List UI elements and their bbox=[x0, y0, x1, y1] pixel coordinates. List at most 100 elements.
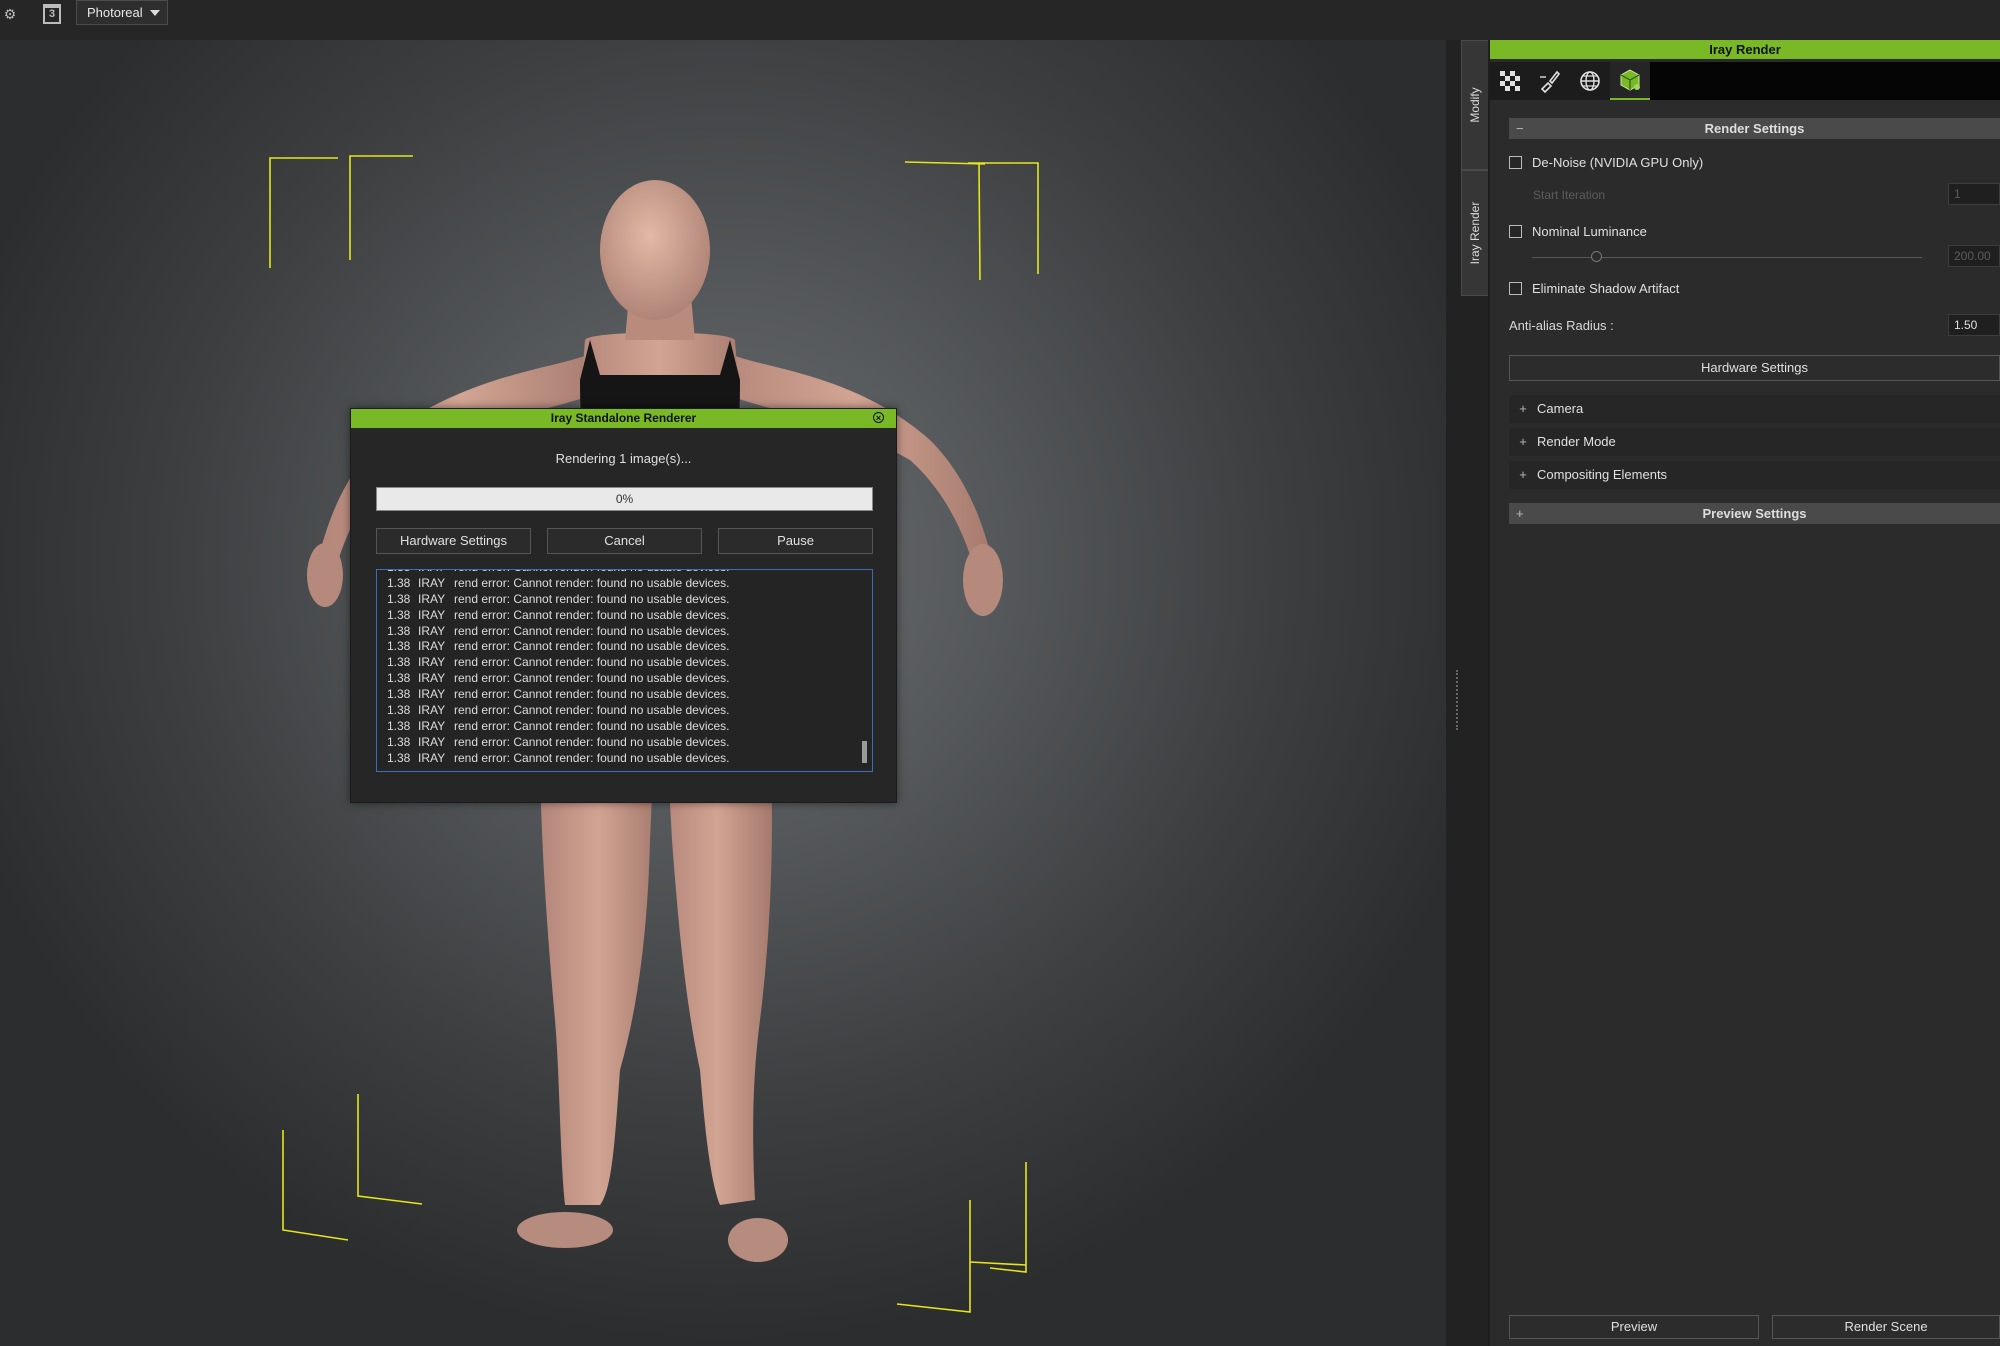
cancel-button[interactable]: Cancel bbox=[547, 528, 702, 554]
log-line: 1.38 IRAY rend error: Cannot render: found… bbox=[387, 624, 730, 640]
tab-iray-render[interactable]: Iray Render bbox=[1461, 170, 1489, 296]
log-source: IRAY bbox=[418, 575, 446, 590]
eliminate-shadow-checkbox[interactable] bbox=[1509, 281, 1522, 295]
log-line: 1.38IRAYrend error: Cannot render: found… bbox=[387, 570, 730, 576]
preview-button[interactable]: Preview bbox=[1509, 1315, 1759, 1339]
log-message: rend error: Cannot render: found no usab… bbox=[454, 655, 730, 670]
pause-button[interactable]: Pause bbox=[718, 528, 873, 554]
log-source: IRAY bbox=[418, 671, 446, 686]
log-line: 1.38 IRAY rend error: Cannot render: found… bbox=[387, 687, 730, 703]
nominal-luminance-field: 200.00 bbox=[1948, 245, 2000, 267]
render-mode-value: Photoreal bbox=[87, 5, 143, 20]
log-message: rend error: Cannot render: found no usab… bbox=[454, 734, 730, 749]
nominal-luminance-row[interactable]: Nominal Luminance bbox=[1509, 221, 1647, 241]
log-message: rend error: Cannot render: found no usab… bbox=[454, 607, 730, 622]
eliminate-shadow-row[interactable]: Eliminate Shadow Artifact bbox=[1509, 278, 1679, 298]
nominal-luminance-label: Nominal Luminance bbox=[1532, 223, 1647, 239]
log-source: IRAY bbox=[418, 750, 446, 765]
panel-resize-handle[interactable] bbox=[1456, 670, 1460, 730]
log-source: IRAY bbox=[418, 718, 446, 733]
log-message: rend error: Cannot render: found no usab… bbox=[454, 639, 730, 654]
hardware-settings-button[interactable]: Hardware Settings bbox=[376, 528, 531, 554]
log-time: 1.38 bbox=[387, 703, 411, 718]
calendar-icon[interactable]: 3 bbox=[38, 2, 66, 26]
log-line: 1.38 IRAY rend error: Cannot render: found… bbox=[387, 639, 730, 655]
log-message: rend error: Cannot render: found no usab… bbox=[454, 750, 730, 765]
log-message: rend error: Cannot render: found no usab… bbox=[454, 591, 730, 606]
log-time: 1.38 bbox=[387, 718, 411, 733]
log-lines: 1.38 IRAY rend error: Cannot render: found… bbox=[387, 570, 730, 767]
compositing-elements-label: Compositing Elements bbox=[1537, 467, 1668, 482]
render-settings-header[interactable]: − Render Settings bbox=[1509, 118, 2000, 139]
log-source: IRAY bbox=[418, 570, 454, 576]
nominal-luminance-checkbox[interactable] bbox=[1509, 224, 1522, 238]
log-source: IRAY bbox=[418, 639, 446, 654]
log-time: 1.38 bbox=[387, 687, 411, 702]
log-message: rend error: Cannot render: found no usab… bbox=[454, 575, 730, 590]
close-icon[interactable]: × bbox=[873, 412, 884, 423]
log-time: 1.38 bbox=[387, 734, 411, 749]
hardware-settings-panel-button[interactable]: Hardware Settings bbox=[1509, 355, 2000, 381]
globe-icon[interactable] bbox=[1570, 62, 1610, 100]
render-mode-section[interactable]: + Render Mode bbox=[1509, 428, 2000, 456]
log-time: 1.38 bbox=[387, 639, 411, 654]
log-line: 1.38IRAYrend error: Cannot render: found… bbox=[387, 703, 730, 719]
preview-settings-header[interactable]: + Preview Settings bbox=[1509, 503, 2000, 524]
log-message: rend error: Cannot render: found no usab… bbox=[454, 570, 730, 574]
render-mode-label: Render Mode bbox=[1537, 434, 1616, 449]
log-source: IRAY bbox=[418, 655, 446, 670]
log-line: 1.38IRAYrend error: Cannot render: found… bbox=[387, 751, 730, 767]
log-line: 1.38 IRAY rend error: Cannot render: found… bbox=[387, 735, 730, 751]
dialog-title: Iray Standalone Renderer × bbox=[351, 409, 896, 428]
log-message: rend error: Cannot render: found no usab… bbox=[454, 718, 730, 733]
log-source: IRAY bbox=[418, 687, 446, 702]
log-source: IRAY bbox=[418, 734, 446, 749]
render-log[interactable]: 1.38 IRAY rend error: Cannot render: found… bbox=[376, 569, 873, 772]
top-toolbar: ⚙ 3 Photoreal bbox=[0, 0, 2000, 40]
chevron-down-icon bbox=[150, 10, 160, 16]
camera-section[interactable]: + Camera bbox=[1509, 395, 2000, 423]
log-time: 1.38 bbox=[387, 671, 411, 686]
log-time: 1.38 bbox=[387, 623, 411, 638]
denoise-checkbox[interactable] bbox=[1509, 155, 1522, 169]
start-iteration-field: 1 bbox=[1948, 183, 2000, 205]
gear-icon[interactable]: ⚙ bbox=[0, 2, 24, 26]
log-line: 1.38IRAYrend error: Cannot render: found… bbox=[387, 592, 730, 608]
antialias-label: Anti-alias Radius : bbox=[1509, 318, 1614, 333]
log-scrollbar[interactable] bbox=[862, 741, 867, 763]
expand-icon: + bbox=[1519, 434, 1527, 449]
iray-renderer-dialog: Iray Standalone Renderer × Rendering 1 i… bbox=[350, 408, 897, 803]
log-message: rend error: Cannot render: found no usab… bbox=[454, 703, 730, 718]
log-source: IRAY bbox=[418, 591, 446, 606]
preview-settings-title: Preview Settings bbox=[1702, 506, 1807, 521]
log-message: rend error: Cannot render: found no usab… bbox=[454, 671, 730, 686]
3d-viewport[interactable]: Iray Standalone Renderer × Rendering 1 i… bbox=[0, 40, 1446, 1346]
brush-icon[interactable] bbox=[1530, 62, 1570, 100]
panel-title: Iray Render bbox=[1490, 40, 2000, 59]
start-iteration-label: Start Iteration bbox=[1533, 188, 1606, 202]
log-line: 1.38IRAYrend error: Cannot render: found… bbox=[387, 608, 730, 624]
antialias-field[interactable]: 1.50 bbox=[1948, 314, 2000, 336]
log-time: 1.38 bbox=[387, 575, 411, 590]
tab-modify[interactable]: Modify bbox=[1461, 40, 1489, 170]
tab-modify-label: Modify bbox=[1468, 87, 1482, 123]
log-line: 1.38 IRAY rend error: Cannot render: found… bbox=[387, 671, 730, 687]
log-source: IRAY bbox=[418, 623, 446, 638]
expand-icon: + bbox=[1519, 401, 1527, 416]
progress-text: 0% bbox=[615, 492, 634, 506]
log-message: rend error: Cannot render: found no usab… bbox=[454, 623, 730, 638]
expand-icon: + bbox=[1519, 467, 1527, 482]
log-message: rend error: Cannot render: found no usab… bbox=[454, 687, 730, 702]
iray-cube-icon[interactable] bbox=[1610, 62, 1650, 100]
log-time: 1.38 bbox=[387, 570, 418, 576]
denoise-row[interactable]: De-Noise (NVIDIA GPU Only) bbox=[1509, 152, 1703, 172]
side-tab-strip: Modify Iray Render bbox=[1446, 40, 1489, 1346]
log-source: IRAY bbox=[418, 607, 446, 622]
log-time: 1.38 bbox=[387, 655, 411, 670]
render-scene-button[interactable]: Render Scene bbox=[1772, 1315, 2000, 1339]
checker-icon[interactable] bbox=[1490, 62, 1530, 100]
render-mode-dropdown[interactable]: Photoreal bbox=[76, 0, 168, 25]
compositing-elements-section[interactable]: + Compositing Elements bbox=[1509, 461, 2000, 489]
camera-label: Camera bbox=[1537, 401, 1584, 416]
render-status: Rendering 1 image(s)... bbox=[555, 451, 692, 466]
